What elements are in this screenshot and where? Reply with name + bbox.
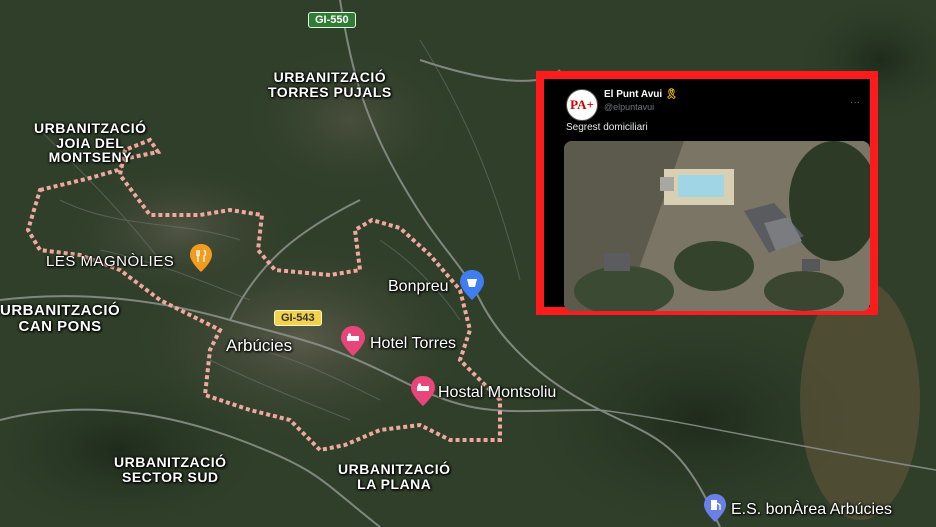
road-gi550-shield: GI-550 (308, 12, 356, 28)
hostal-pin-icon[interactable] (411, 376, 435, 406)
ribbon-icon: 🎗 (664, 89, 678, 100)
tweet-frame: PA+ El Punt Avui 🎗 @elpuntavui ··· Segre… (536, 71, 878, 315)
tweet-text: Segrest domiciliari (566, 122, 648, 133)
label-les-magnolies: LES MAGNÒLIES (46, 253, 175, 270)
avatar[interactable]: PA+ (566, 89, 598, 121)
label-la-plana: URBANITZACIÓ LA PLANA (338, 461, 451, 492)
poi-hotel-torres-label[interactable]: Hotel Torres (370, 335, 456, 353)
food-pin-icon[interactable] (190, 244, 212, 272)
town-label: Arbúcies (226, 336, 293, 355)
tweet-author-name[interactable]: El Punt Avui 🎗 (604, 89, 678, 100)
shopping-pin-icon[interactable] (460, 270, 484, 300)
label-joia-del-montseny: URBANITZACIÓ JOIA DEL MONTSENY (34, 120, 147, 166)
tweet-handle[interactable]: @elpuntavui (604, 102, 654, 112)
hotel-pin-icon[interactable] (341, 326, 365, 356)
poi-hostal-montsoliu-label[interactable]: Hostal Montsoliu (438, 384, 556, 402)
road-gi543-shield: GI-543 (274, 310, 322, 326)
tweet-card[interactable]: PA+ El Punt Avui 🎗 @elpuntavui ··· Segre… (544, 79, 870, 311)
poi-gas-station-label[interactable]: E.S. bonÀrea Arbúcies (731, 501, 892, 519)
label-sector-sud: URBANITZACIÓ SECTOR SUD (114, 454, 227, 485)
label-torres-pujals: URBANITZACIÓ TORRES PUJALS (268, 69, 392, 100)
tweet-photo[interactable] (564, 141, 870, 311)
poi-bonpreu-label[interactable]: Bonpreu (388, 278, 449, 296)
gas-station-pin-icon[interactable] (704, 494, 726, 522)
more-options-icon[interactable]: ··· (850, 97, 860, 108)
label-can-pons: URBANITZACIÓ CAN PONS (0, 302, 121, 335)
